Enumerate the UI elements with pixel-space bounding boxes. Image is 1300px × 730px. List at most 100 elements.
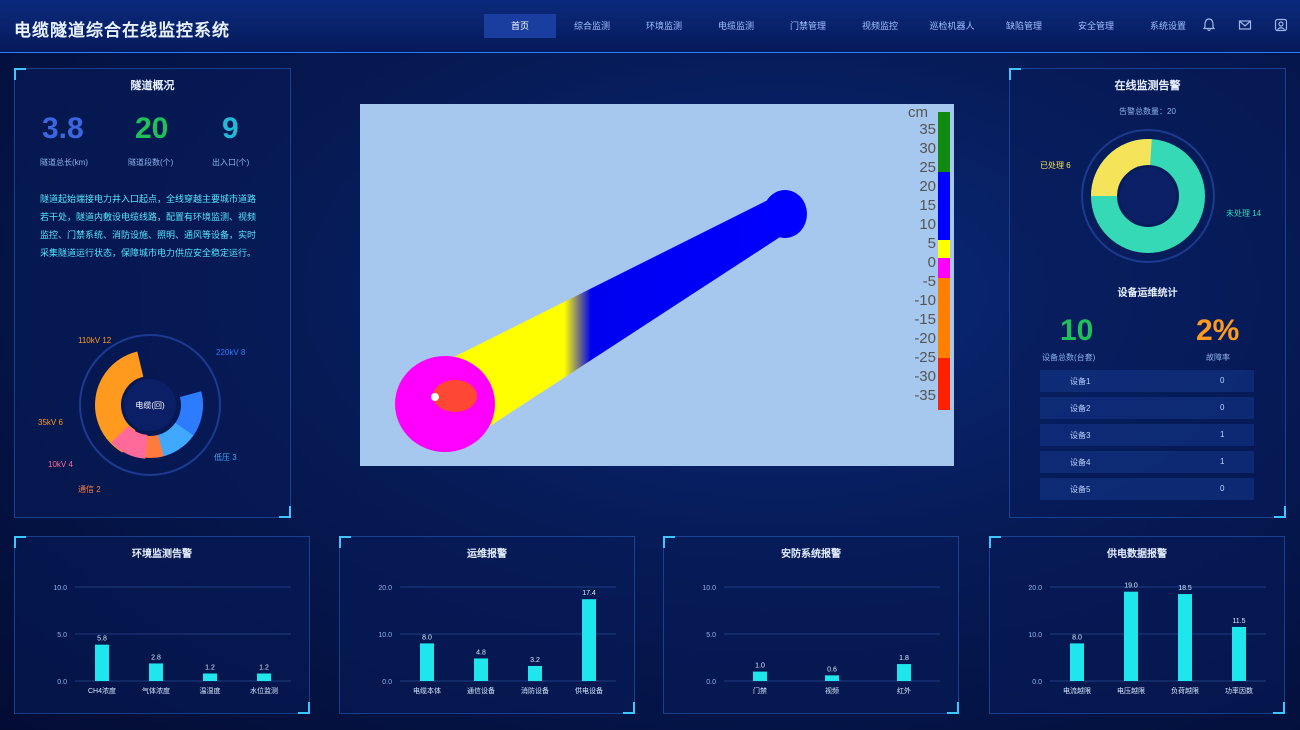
y-tick-label: 10.0 <box>1028 632 1042 639</box>
bottom-panel-power: 供电数据报警 0.0 10.0 20.0 8.0 电流越限 19.0 电压越限 18.5 负荷越… <box>989 536 1285 714</box>
category-label: CH4浓度 <box>88 686 116 695</box>
category-label: 电压越限 <box>1117 686 1145 695</box>
nav-video[interactable]: 视频监控 <box>844 14 916 38</box>
bar-value-label: 3.2 <box>530 657 540 664</box>
row-value: 1 <box>1220 457 1225 466</box>
donut-center-label: 电缆(回) <box>135 401 165 410</box>
bar[interactable] <box>1232 626 1246 681</box>
mail-icon[interactable] <box>1236 16 1254 34</box>
scale-label: 15 <box>919 197 936 214</box>
bar-value-label: 18.5 <box>1178 585 1192 592</box>
bar[interactable] <box>528 665 542 681</box>
scale-label: 20 <box>919 178 936 195</box>
equipment-count-value: 10 <box>1060 314 1094 347</box>
scale-label: -30 <box>914 368 936 385</box>
row-value: 0 <box>1220 403 1225 412</box>
scale-label: 0 <box>927 254 936 271</box>
table-row[interactable]: 设备4 1 <box>1040 451 1254 473</box>
bar[interactable] <box>149 663 163 681</box>
tunnel-3d-viewer[interactable]: cm 35 30 25 20 15 10 5 0 -5 -10 -15 -20 -25 -30 -35 <box>360 104 954 466</box>
bar[interactable] <box>582 599 596 681</box>
bar-value-label: 17.4 <box>582 590 596 597</box>
environment-bar-chart: 0.0 5.0 10.0 5.8 CH4浓度 2.8 气体浓度 1.2 温湿度 1.2 水位监测 <box>53 585 291 695</box>
table-row[interactable]: 设备2 0 <box>1040 397 1254 419</box>
section-title-equipment: 设备运维统计 <box>1117 288 1178 299</box>
table-row[interactable]: 设备5 0 <box>1040 478 1254 500</box>
y-tick-label: 10.0 <box>378 632 392 639</box>
bar[interactable] <box>753 671 767 681</box>
main-nav: 首页 综合监测 环境监测 电缆监测 门禁管理 视频监控 巡检机器人 缺陷管理 安… <box>484 14 1204 38</box>
scale-label: -35 <box>914 387 936 404</box>
top-header: 电缆隧道综合在线监控系统 首页 综合监测 环境监测 电缆监测 门禁管理 视频监控… <box>0 0 1300 53</box>
bar[interactable] <box>1178 594 1192 681</box>
alarm-donut-chart <box>1081 129 1215 263</box>
bar-value-label: 1.0 <box>755 663 765 670</box>
y-tick-label: 5.0 <box>57 632 67 639</box>
table-row[interactable]: 设备3 1 <box>1040 424 1254 446</box>
scale-label: -20 <box>914 330 936 347</box>
user-icon[interactable] <box>1272 16 1290 34</box>
bottom-panel-security: 安防系统报警 0.0 5.0 10.0 1.0 门禁 0.6 视频 1.8 红外 <box>663 536 959 714</box>
bar-value-label: 8.0 <box>1072 634 1082 641</box>
bar[interactable] <box>257 673 271 681</box>
alarm-pending-label: 未处理 14 <box>1226 209 1262 218</box>
nav-cable[interactable]: 电缆监测 <box>700 14 772 38</box>
category-label: 温湿度 <box>200 686 221 695</box>
scale-label: 5 <box>927 235 936 252</box>
power-bar-chart: 0.0 10.0 20.0 8.0 电流越限 19.0 电压越限 18.5 负荷越限 11.5 功率… <box>1028 583 1266 695</box>
bar[interactable] <box>897 664 911 681</box>
category-label: 通信设备 <box>467 686 495 695</box>
scale-label: 30 <box>919 140 936 157</box>
scale-unit: cm <box>908 104 928 121</box>
donut-label-110kv: 110kV 12 <box>78 336 112 345</box>
bar[interactable] <box>474 658 488 681</box>
nav-home[interactable]: 首页 <box>484 14 556 38</box>
stat-exits-label: 出入口(个) <box>212 158 250 167</box>
bell-icon[interactable] <box>1200 16 1218 34</box>
bottom-panel-environment: 环境监测告警 0.0 5.0 10.0 5.8 CH4浓度 2.8 气体浓度 1.2 温湿度 1.… <box>14 536 310 714</box>
category-label: 功率因数 <box>1225 686 1253 695</box>
donut-label-10kv: 10kV 4 <box>48 460 73 469</box>
bar[interactable] <box>95 644 109 681</box>
nav-safety[interactable]: 安全管理 <box>1060 14 1132 38</box>
bar[interactable] <box>203 673 217 681</box>
scale-label: 10 <box>919 216 936 233</box>
stat-exits-value: 9 <box>222 112 239 145</box>
category-label: 视频 <box>825 686 839 695</box>
donut-label-35kv: 35kV 6 <box>38 418 63 427</box>
donut-label-lowvolt: 低压 3 <box>214 453 237 462</box>
scale-label: -10 <box>914 292 936 309</box>
y-tick-label: 20.0 <box>378 585 392 592</box>
category-label: 电流越限 <box>1063 686 1091 695</box>
y-tick-label: 0.0 <box>706 679 716 686</box>
header-icons <box>1200 16 1290 34</box>
bottom-panel-maintenance: 运维报警 0.0 10.0 20.0 8.0 电缆本体 4.8 通信设备 3.2 消防设备 17.… <box>339 536 635 714</box>
y-tick-label: 20.0 <box>1028 585 1042 592</box>
scale-label: -25 <box>914 349 936 366</box>
stat-length-label: 隧道总长(km) <box>40 158 88 167</box>
bar-value-label: 5.8 <box>97 636 107 643</box>
y-tick-label: 5.0 <box>706 632 716 639</box>
bar[interactable] <box>420 643 434 681</box>
nav-defects[interactable]: 缺陷管理 <box>988 14 1060 38</box>
y-tick-label: 0.0 <box>382 679 392 686</box>
panel-title: 在线监测告警 <box>1114 80 1181 92</box>
row-name: 设备1 <box>1070 377 1091 386</box>
bar[interactable] <box>1070 643 1084 681</box>
y-tick-label: 0.0 <box>57 679 67 686</box>
bar[interactable] <box>1124 591 1138 681</box>
nav-monitoring[interactable]: 综合监测 <box>556 14 628 38</box>
nav-robot[interactable]: 巡检机器人 <box>916 14 988 38</box>
stat-length-value: 3.8 <box>42 112 84 145</box>
nav-access[interactable]: 门禁管理 <box>772 14 844 38</box>
table-row[interactable]: 设备1 0 <box>1040 370 1254 392</box>
nav-settings[interactable]: 系统设置 <box>1132 14 1204 38</box>
stat-sections-value: 20 <box>135 112 169 145</box>
bar-value-label: 19.0 <box>1124 583 1138 590</box>
category-label: 电缆本体 <box>413 686 441 695</box>
scale-label: 35 <box>919 121 936 138</box>
tunnel-description: 隧道起始端接电力井入口起点，全线穿越主要城市道路若干处，隧道内敷设电缆线路，配置… <box>40 194 257 258</box>
category-label: 门禁 <box>753 686 767 695</box>
nav-environment[interactable]: 环境监测 <box>628 14 700 38</box>
bar[interactable] <box>825 675 839 681</box>
